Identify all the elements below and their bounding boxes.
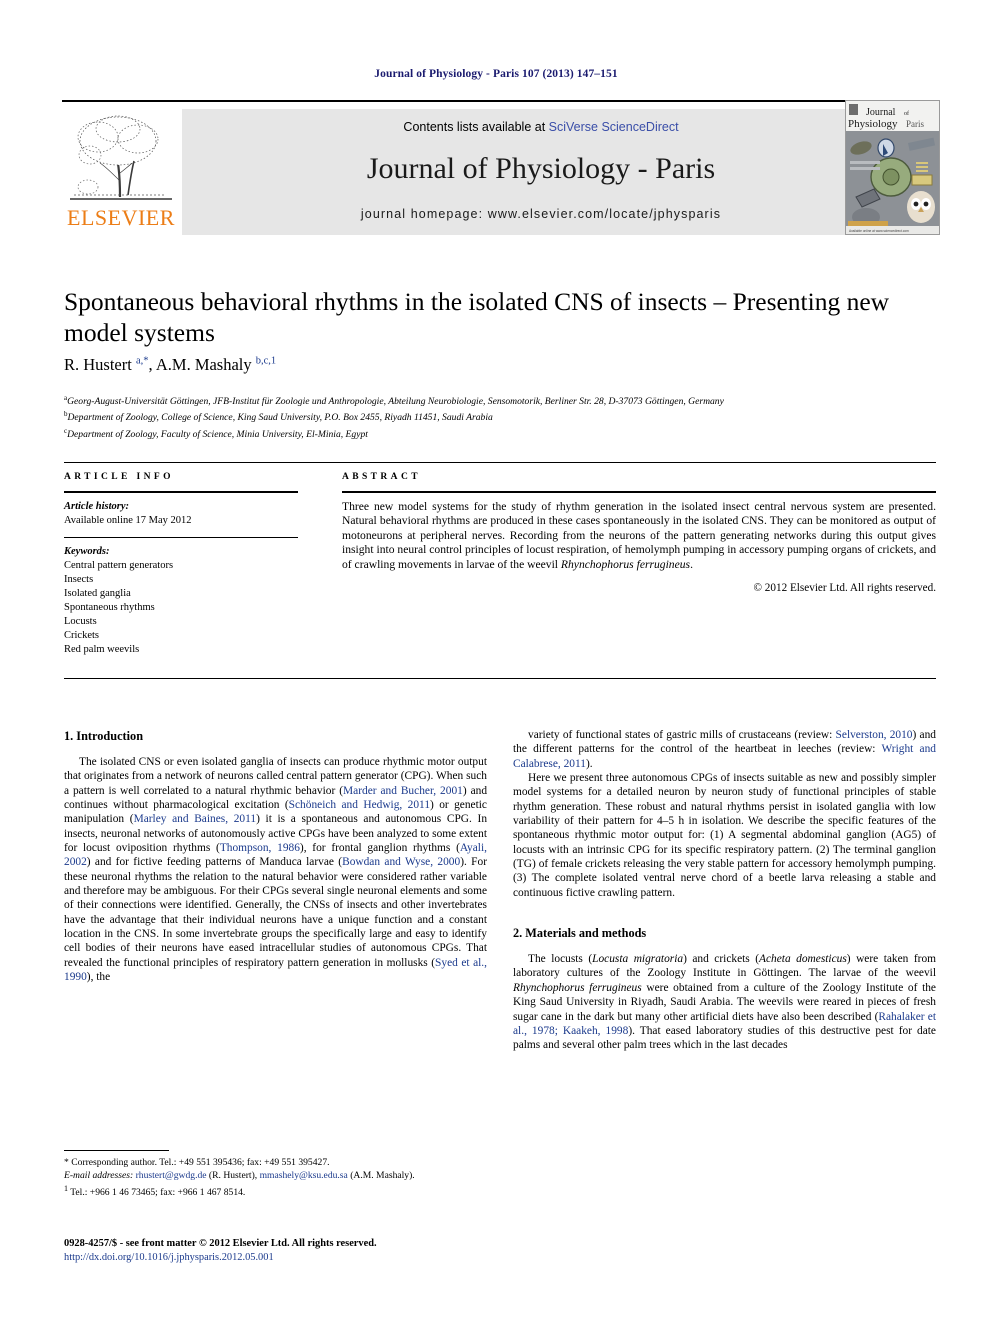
footnote-corresponding-author: * Corresponding author. Tel.: +49 551 39… — [64, 1157, 330, 1168]
article-info-block: ARTICLE INFO Article history: Available … — [64, 472, 298, 657]
contents-lists-line: Contents lists available at SciVerse Sci… — [182, 120, 900, 134]
affiliation-item: aGeorg-August-Universität Göttingen, JFB… — [64, 394, 724, 408]
elsevier-tree-icon — [68, 111, 174, 203]
footnote-telephone: 1 Tel.: +966 1 46 73465; fax: +966 1 467… — [64, 1184, 246, 1199]
doi-link[interactable]: http://dx.doi.org/10.1016/j.jphysparis.2… — [64, 1251, 564, 1265]
affiliation-item: cDepartment of Zoology, Faculty of Scien… — [64, 426, 368, 440]
footnote-block: * Corresponding author. Tel.: +49 551 39… — [64, 1150, 487, 1200]
section-heading-introduction: 1. Introduction — [64, 729, 144, 743]
abstract-heading: ABSTRACT — [342, 472, 421, 482]
journal-cover-thumbnail[interactable]: Journal of Physiology Paris Available on… — [845, 100, 940, 235]
footnote-rule — [64, 1150, 169, 1151]
masthead-top-rule — [62, 100, 938, 102]
tree-svg — [70, 115, 172, 200]
author-list: R. Hustert a,*, A.M. Mashaly b,c,1 — [64, 355, 277, 374]
journal-masthead: ELSEVIER Contents lists available at Sci… — [62, 100, 938, 235]
keyword-item: Central pattern generators — [64, 560, 174, 571]
sciencedirect-link[interactable]: SciVerse ScienceDirect — [549, 120, 679, 134]
abstract-copyright: © 2012 Elsevier Ltd. All rights reserved… — [753, 582, 937, 595]
abstract-text: Three new model systems for the study of… — [342, 500, 936, 571]
svg-text:Available online at www.scienc: Available online at www.sciencedirect.co… — [849, 229, 909, 233]
svg-text:of: of — [904, 110, 909, 117]
elsevier-wordmark: ELSEVIER — [67, 205, 175, 230]
footnote-email-addresses[interactable]: E-mail addresses: rhustert@gwdg.de (R. H… — [64, 1169, 487, 1182]
keyword-list: Central pattern generators Insects Isolate… — [64, 559, 298, 657]
affiliation-item: bDepartment of Zoology, College of Scien… — [64, 410, 493, 424]
article-history-label: Article history: — [64, 501, 130, 512]
intro-paragraph-1: The isolated CNS or even isolated gangli… — [64, 756, 488, 984]
keywords-label: Keywords: — [64, 546, 110, 557]
keyword-item: Red palm weevils — [64, 644, 140, 655]
keyword-item: Locusts — [64, 616, 97, 627]
abstract-rule — [342, 491, 936, 493]
contents-lists-prefix: Contents lists available at — [403, 120, 549, 134]
article-title: Spontaneous behavioral rhythms in the is… — [64, 287, 890, 347]
issn-front-matter: 0928-4257/$ - see front matter © 2012 El… — [64, 1238, 377, 1249]
methods-paragraph-1: The locusts (Locusta migratoria) and cri… — [513, 953, 937, 1052]
intro-paragraph-2: Here we present three autonomous CPGs of… — [513, 772, 936, 899]
article-history-value: Available online 17 May 2012 — [64, 515, 192, 526]
journal-banner: Contents lists available at SciVerse Sci… — [182, 109, 900, 235]
keyword-item: Spontaneous rhythms — [64, 602, 155, 613]
article-page: Journal of Physiology - Paris 107 (2013)… — [0, 0, 992, 1323]
bottom-matter: 0928-4257/$ - see front matter © 2012 El… — [64, 1237, 564, 1264]
section-heading-materials-methods: 2. Materials and methods — [513, 926, 647, 941]
keyword-item: Insects — [64, 574, 94, 585]
svg-text:Journal: Journal — [866, 107, 896, 118]
svg-text:Paris: Paris — [906, 119, 924, 129]
keyword-item: Isolated ganglia — [64, 588, 131, 599]
cover-artwork: Journal of Physiology Paris Available on… — [846, 101, 939, 234]
panel-bottom-rule — [64, 678, 936, 679]
svg-text:Physiology: Physiology — [848, 118, 898, 130]
abstract-block: ABSTRACT Three new model systems for the… — [342, 472, 936, 594]
keywords-divider-rule — [64, 537, 298, 538]
journal-title: Journal of Physiology - Paris — [366, 152, 716, 185]
affiliation-list: aGeorg-August-Universität Göttingen, JFB… — [64, 392, 944, 441]
body-column-right: variety of functional states of gastric … — [513, 728, 936, 1053]
journal-homepage[interactable]: journal homepage: www.elsevier.com/locat… — [182, 207, 900, 221]
article-info-heading: ARTICLE INFO — [64, 472, 174, 482]
panel-top-rule — [64, 462, 936, 463]
intro-paragraph-continued: variety of functional states of gastric … — [513, 729, 936, 770]
keyword-item: Crickets — [64, 630, 99, 641]
running-head: Journal of Physiology - Paris 107 (2013)… — [374, 68, 618, 80]
article-info-rule — [64, 491, 298, 493]
elsevier-logo: ELSEVIER — [62, 109, 180, 235]
body-column-left: 1. Introduction The isolated CNS or even… — [64, 728, 487, 985]
